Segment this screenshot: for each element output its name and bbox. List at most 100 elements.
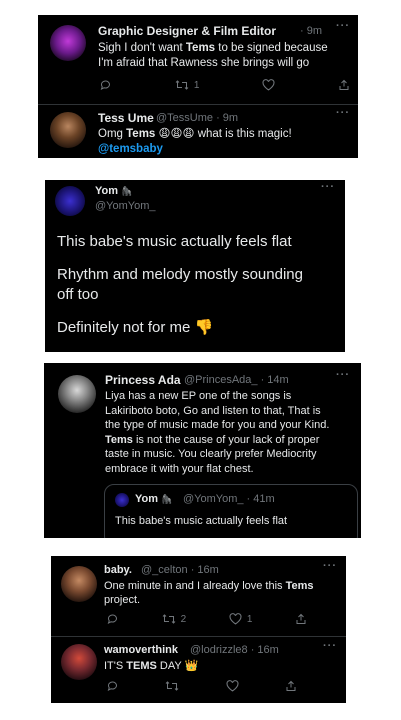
avatar-wamoverthink[interactable]	[61, 644, 97, 680]
retweet-icon	[175, 80, 189, 90]
tweet-text: Sigh I don't want Tems to be signed beca…	[98, 41, 353, 71]
author-name[interactable]: Yom 🦍	[95, 185, 132, 197]
tweet-text-line1-pre: Sigh I don't want	[98, 42, 186, 54]
author-name-text: Yom	[95, 185, 119, 197]
tweet-keyword: Tems	[105, 433, 133, 446]
thumbs-down-emoji: 👎	[194, 319, 214, 336]
tweet-divider	[51, 636, 346, 637]
reply-icon	[107, 681, 117, 691]
tweet-text-line1: One minute in and I already love this	[104, 580, 286, 592]
avatar-princess-ada[interactable]	[58, 375, 96, 413]
avatar-graphic-designer[interactable]	[50, 25, 86, 61]
author-handle[interactable]: @_celton · 16m	[141, 564, 219, 576]
more-options-icon[interactable]: ···	[323, 640, 337, 652]
tweet-text: IT'S TEMS DAY 👑	[104, 659, 342, 673]
tweet-text-line3: the type of music made for you and your …	[105, 419, 330, 432]
tweet-keyword: Tems	[285, 580, 314, 592]
more-options-icon[interactable]: ···	[323, 560, 337, 572]
mention-link[interactable]: @temsbaby	[98, 142, 353, 157]
avatar-baby[interactable]	[61, 566, 97, 602]
tweet-text-post: what is this magic!	[194, 128, 292, 140]
quoted-tweet[interactable]: Yom 🦍 @YomYom_ · 41m This babe's music a…	[104, 484, 358, 538]
tweet-panel-3: Princess Ada @PrincesAda_ · 14m ··· Liya…	[44, 363, 361, 538]
gorilla-emoji: 🦍	[161, 494, 173, 504]
tweet-text: This babe's music actually feels flat Rh…	[57, 232, 342, 338]
tweet-actions	[107, 680, 297, 692]
tweet-text-line4: is not the cause of your lack of proper	[132, 433, 320, 446]
crown-emoji: 👑	[184, 660, 199, 672]
quoted-author-handle: @YomYom_ · 41m	[183, 493, 275, 505]
author-handle[interactable]: @lodrizzle8 · 16m	[190, 644, 279, 656]
tweet-text: Liya has a new EP one of the songs is La…	[105, 389, 359, 477]
reply-icon	[100, 80, 110, 90]
tweet-panel-1: Graphic Designer & Film Editor · 9m ··· …	[38, 15, 358, 158]
tweet-actions: 2 1	[107, 613, 307, 625]
like-button[interactable]	[262, 79, 275, 91]
tweet-text-pre: Omg	[98, 128, 127, 140]
tweet-actions: 1	[100, 79, 350, 91]
retweet-button[interactable]: 1	[175, 79, 200, 91]
share-icon	[339, 79, 349, 90]
tweet-text-line3: off too	[57, 286, 99, 303]
retweet-button[interactable]: 2	[162, 613, 187, 625]
share-icon	[296, 613, 306, 624]
tweet-keyword: Tems	[126, 128, 156, 140]
tweet-divider	[38, 104, 358, 105]
tweet-text-line2: project.	[104, 594, 141, 606]
tweet-text-line1: This babe's music actually feels flat	[57, 233, 292, 250]
tweet-text-line1-post: to be signed because	[215, 42, 328, 54]
retweet-button[interactable]	[165, 680, 179, 692]
like-count: 1	[246, 613, 253, 625]
author-name[interactable]: wamoverthink	[104, 644, 178, 656]
more-options-icon[interactable]: ···	[336, 369, 350, 381]
like-button[interactable]: 1	[229, 613, 253, 625]
weary-face-emoji: 😩😩😩	[158, 128, 195, 140]
tweet-text-line2: Rhythm and melody mostly sounding	[57, 266, 303, 283]
tweet-text-line2: I'm afraid that Rawness she brings will …	[98, 57, 310, 69]
avatar-yom-quoted	[115, 493, 129, 507]
tweet-keyword: TEMS	[126, 660, 157, 672]
author-name[interactable]: baby.	[104, 564, 132, 576]
heart-icon	[229, 613, 242, 625]
retweet-count: 2	[180, 613, 187, 625]
tweet-text: One minute in and I already love this Te…	[104, 579, 342, 607]
retweet-count: 1	[193, 79, 200, 91]
tweet-text-line1: Liya has a new EP one of the songs is	[105, 390, 292, 402]
tweet-text: Omg Tems 😩😩😩 what is this magic! @temsba…	[98, 127, 353, 157]
quoted-author-name: Yom 🦍	[135, 493, 172, 505]
reply-icon	[107, 614, 117, 624]
author-handle[interactable]: @YomYom_	[95, 200, 156, 212]
gorilla-emoji: 🦍	[121, 186, 133, 196]
author-name[interactable]: Tess Ume	[98, 111, 154, 125]
tweet-text-line4: Definitely not for me	[57, 319, 191, 336]
share-button[interactable]	[295, 613, 307, 625]
quoted-tweet-text: This babe's music actually feels flat	[115, 515, 288, 527]
more-options-icon[interactable]: ···	[336, 20, 350, 32]
more-options-icon[interactable]: ···	[321, 181, 335, 193]
share-button[interactable]	[338, 79, 350, 91]
tweet-text-pre: IT'S	[104, 660, 127, 672]
tweet-text-line2: Lakiriboto boto, Go and listen to that, …	[105, 404, 321, 417]
heart-icon	[226, 680, 239, 692]
author-handle[interactable]: @TessUme · 9m	[156, 112, 238, 124]
avatar-yom[interactable]	[55, 186, 85, 216]
avatar-tess-ume[interactable]	[50, 112, 86, 148]
tweet-text-post: DAY	[156, 660, 185, 672]
tweet-time[interactable]: · 9m	[300, 25, 322, 37]
tweet-panel-2: Yom 🦍 @YomYom_ ··· This babe's music act…	[45, 180, 345, 352]
retweet-icon	[162, 614, 175, 624]
share-button[interactable]	[285, 680, 297, 692]
reply-button[interactable]	[100, 79, 112, 91]
like-button[interactable]	[226, 680, 239, 692]
author-name[interactable]: Graphic Designer & Film Editor	[98, 24, 276, 38]
reply-button[interactable]	[107, 680, 119, 692]
author-handle[interactable]: @PrincesAda_ · 14m	[184, 374, 289, 386]
share-icon	[286, 680, 296, 691]
heart-icon	[262, 79, 275, 91]
quoted-author-name-text: Yom	[135, 493, 159, 505]
author-name[interactable]: Princess Ada	[105, 373, 181, 387]
reply-button[interactable]	[107, 613, 119, 625]
more-options-icon[interactable]: ···	[336, 107, 350, 119]
retweet-icon	[165, 681, 179, 691]
tweet-text-line6: embrace it with your flat chest.	[105, 462, 254, 475]
